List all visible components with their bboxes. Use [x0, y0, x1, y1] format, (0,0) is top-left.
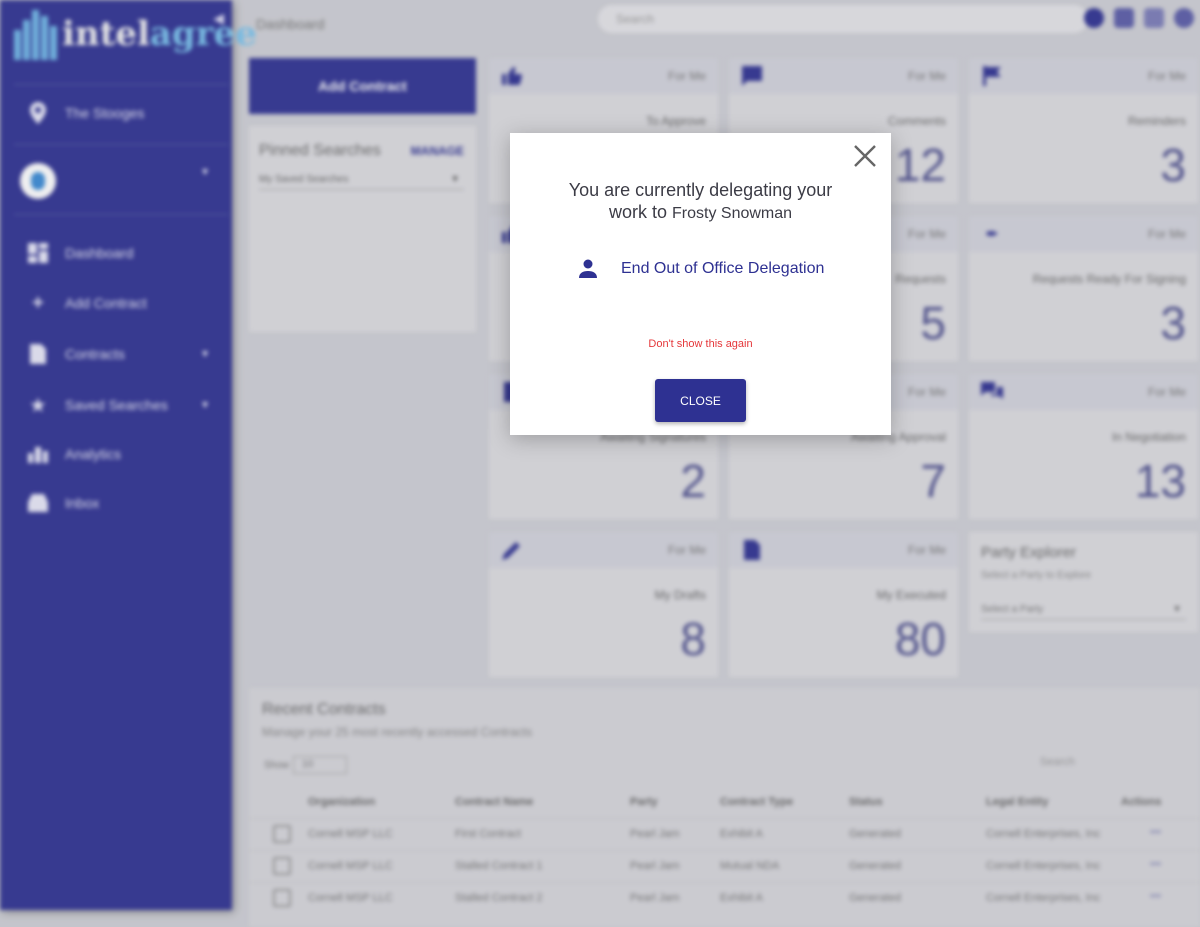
close-button[interactable]: CLOSE [655, 379, 746, 422]
person-icon [578, 259, 598, 279]
delegation-dialog: You are currently delegating your work t… [510, 133, 891, 435]
end-delegation-link[interactable]: End Out of Office Delegation [578, 259, 824, 279]
end-delegation-label: End Out of Office Delegation [621, 260, 825, 277]
delegation-line-2: work to [608, 202, 667, 222]
delegate-name: Frosty Snowman [672, 205, 793, 222]
delegation-line-1: You are currently delegating your [568, 180, 833, 200]
delegation-message: You are currently delegating your work t… [510, 179, 891, 225]
dont-show-again-link[interactable]: Don't show this again [510, 338, 891, 350]
close-icon[interactable] [853, 144, 877, 168]
